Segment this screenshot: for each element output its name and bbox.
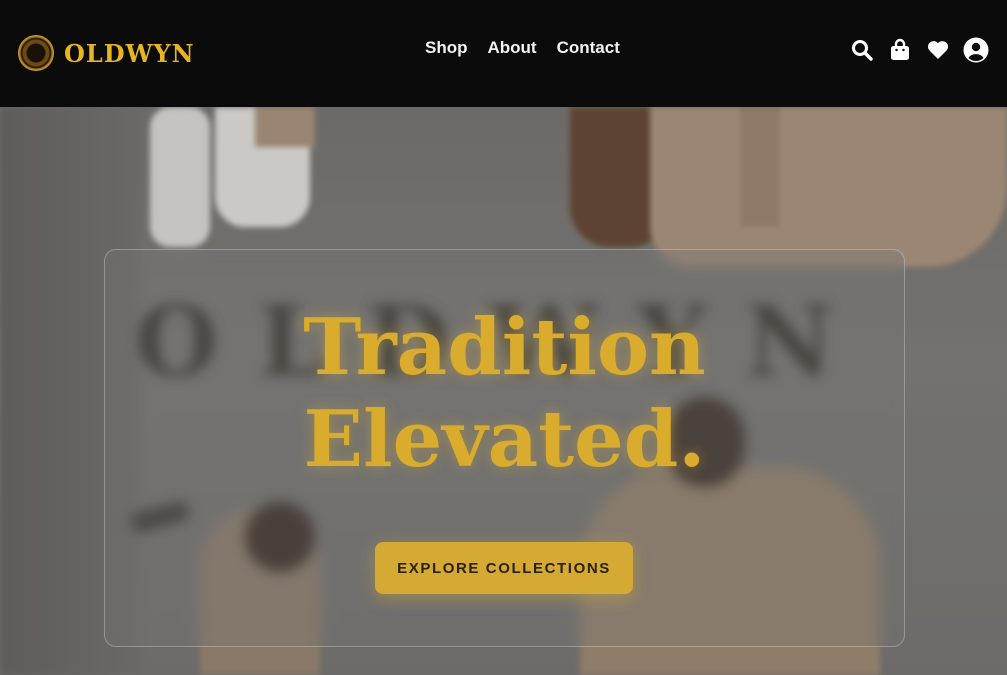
brand-logo-link[interactable]: OLDWYN: [18, 34, 195, 72]
hero-glass-card: OLDWYN Tradition Elevated. EXPLORE COLLE…: [104, 249, 905, 647]
nav-link-contact[interactable]: Contact: [557, 38, 620, 58]
search-icon[interactable]: [849, 37, 875, 63]
user-account-icon[interactable]: [963, 37, 989, 63]
main-nav: Shop About Contact: [425, 38, 620, 58]
explore-collections-button[interactable]: EXPLORE COLLECTIONS: [375, 542, 633, 594]
brand-name: OLDWYN: [64, 38, 195, 68]
hero-headline-line-2: Elevated.: [303, 394, 706, 485]
shopping-bag-icon[interactable]: [887, 37, 913, 63]
nav-link-about[interactable]: About: [488, 38, 537, 58]
nav-link-shop[interactable]: Shop: [425, 38, 468, 58]
nav-icon-group: [849, 37, 989, 63]
hero-headline-line-1: Tradition: [303, 302, 706, 393]
hero-headline: Tradition Elevated.: [105, 302, 904, 486]
top-navbar: OLDWYN Shop About Contact: [0, 0, 1007, 107]
heart-icon[interactable]: [925, 37, 951, 63]
hero-section: OLDWYN Tradition Elevated. EXPLORE COLLE…: [0, 107, 1007, 675]
sunburst-logo-icon: [18, 35, 54, 71]
